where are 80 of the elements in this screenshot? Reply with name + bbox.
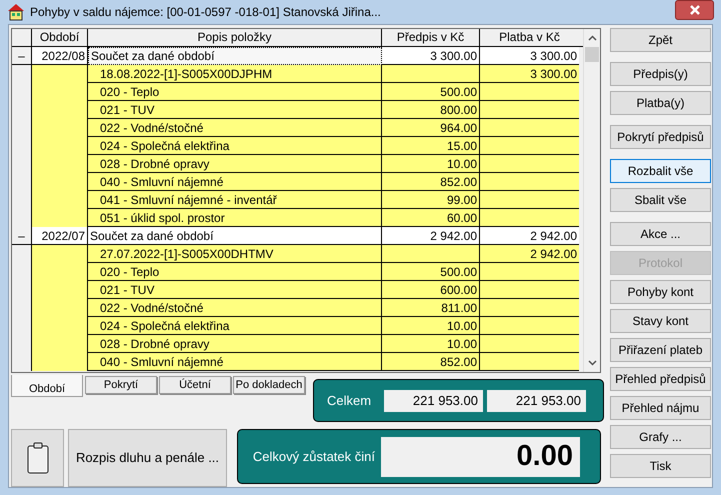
table-cell: 10.00	[382, 335, 480, 353]
tab[interactable]: Pokrytí	[85, 376, 157, 394]
side-button[interactable]: Přiřazení plateb	[610, 338, 711, 362]
side-button[interactable]: Pokrytí předpisů	[610, 125, 711, 149]
column-header[interactable]: Platba v Kč	[480, 29, 579, 46]
table-cell: 3 300.00	[382, 47, 480, 65]
table-cell: Součet za dané období	[88, 47, 382, 65]
side-button[interactable]: Pohyby kont	[610, 280, 711, 304]
table-cell: 800.00	[382, 101, 480, 119]
table-cell: 2 942.00	[382, 227, 480, 245]
table-cell: 15.00	[382, 137, 480, 155]
table-cell: 852.00	[382, 353, 480, 371]
app-icon	[7, 3, 25, 21]
side-button[interactable]: Platba(y)	[610, 91, 711, 115]
side-button[interactable]: Přehled předpisů	[610, 367, 711, 391]
table-cell: 020 - Teplo	[88, 263, 382, 281]
table-cell: 2 942.00	[480, 245, 579, 263]
table-cell: 024 - Společná elektřina	[88, 137, 382, 155]
balance-label: Celkový zůstatek činí	[252, 448, 375, 466]
side-button[interactable]: Akce ...	[610, 222, 711, 246]
column-header[interactable]: Předpis v Kč	[382, 29, 480, 46]
table-cell: 99.00	[382, 191, 480, 209]
side-button[interactable]: Stavy kont	[610, 309, 711, 333]
debt-breakdown-button[interactable]: Rozpis dluhu a penále ...	[68, 429, 227, 487]
table-cell: 10.00	[382, 155, 480, 173]
column-header[interactable]: Období	[32, 29, 88, 46]
table-cell: 021 - TUV	[88, 281, 382, 299]
total-field: 221 953.00	[384, 390, 483, 412]
scroll-up-icon[interactable]	[588, 35, 596, 41]
clipboard-button[interactable]	[11, 429, 64, 487]
period-cell: 2022/08	[32, 47, 88, 65]
balance-field: 0.00	[381, 436, 580, 476]
side-button[interactable]: Sbalit vše	[610, 188, 711, 212]
totals-label: Celkem	[326, 392, 372, 410]
table-cell: 028 - Drobné opravy	[88, 335, 382, 353]
total-field: 221 953.00	[487, 390, 586, 412]
tab[interactable]: Období	[11, 375, 83, 397]
table-cell: 041 - Smluvní nájemné - inventář	[88, 191, 382, 209]
table-cell: 811.00	[382, 299, 480, 317]
side-button[interactable]: Zpět	[610, 28, 711, 52]
side-button[interactable]: Přehled nájmu	[610, 396, 711, 420]
table-cell: 024 - Společná elektřina	[88, 317, 382, 335]
table-cell: 022 - Vodné/stočné	[88, 299, 382, 317]
table-cell: 040 - Smluvní nájemné	[88, 353, 382, 371]
close-button[interactable]	[675, 0, 714, 20]
table-cell: 022 - Vodné/stočné	[88, 119, 382, 137]
clipboard-icon	[26, 442, 48, 474]
scroll-down-icon[interactable]	[588, 360, 596, 366]
close-icon	[690, 5, 700, 15]
window-title: Pohyby v saldu nájemce: [00-01-0597 -018-01] Stanovská Jiřina...	[30, 4, 381, 21]
period-cell: 2022/07	[32, 227, 88, 245]
table-cell: 2 942.00	[480, 227, 579, 245]
side-button[interactable]: Rozbalit vše	[610, 159, 711, 183]
collapse-toggle[interactable]: –	[12, 47, 32, 65]
column-header[interactable]: Popis položky	[88, 29, 382, 46]
table-cell: 3 300.00	[480, 47, 579, 65]
table-cell: 3 300.00	[480, 65, 579, 83]
table-cell: 18.08.2022-[1]-S005X00DJPHM	[88, 65, 382, 83]
table-cell: 028 - Drobné opravy	[88, 155, 382, 173]
table-cell: 500.00	[382, 83, 480, 101]
table-cell: 964.00	[382, 119, 480, 137]
table-cell: 040 - Smluvní nájemné	[88, 173, 382, 191]
table-cell: 600.00	[382, 281, 480, 299]
scroll-thumb[interactable]	[585, 47, 599, 62]
tab[interactable]: Účetní	[159, 376, 231, 394]
tab[interactable]: Po dokladech	[233, 376, 305, 394]
table-cell: 021 - TUV	[88, 101, 382, 119]
scrollbar[interactable]	[583, 29, 600, 372]
table-cell: 020 - Teplo	[88, 83, 382, 101]
side-button[interactable]: Grafy ...	[610, 425, 711, 449]
side-button[interactable]: Tisk	[610, 454, 711, 478]
side-button[interactable]: Předpis(y)	[610, 62, 711, 86]
table-cell: 051 - úklid spol. prostor	[88, 209, 382, 227]
table-cell: 500.00	[382, 263, 480, 281]
table-cell: Součet za dané období	[88, 227, 382, 245]
table-cell: 10.00	[382, 317, 480, 335]
table-cell: 27.07.2022-[1]-S005X00DHTMV	[88, 245, 382, 263]
collapse-toggle[interactable]: –	[12, 227, 32, 245]
table-cell: 852.00	[382, 173, 480, 191]
table-cell: 60.00	[382, 209, 480, 227]
